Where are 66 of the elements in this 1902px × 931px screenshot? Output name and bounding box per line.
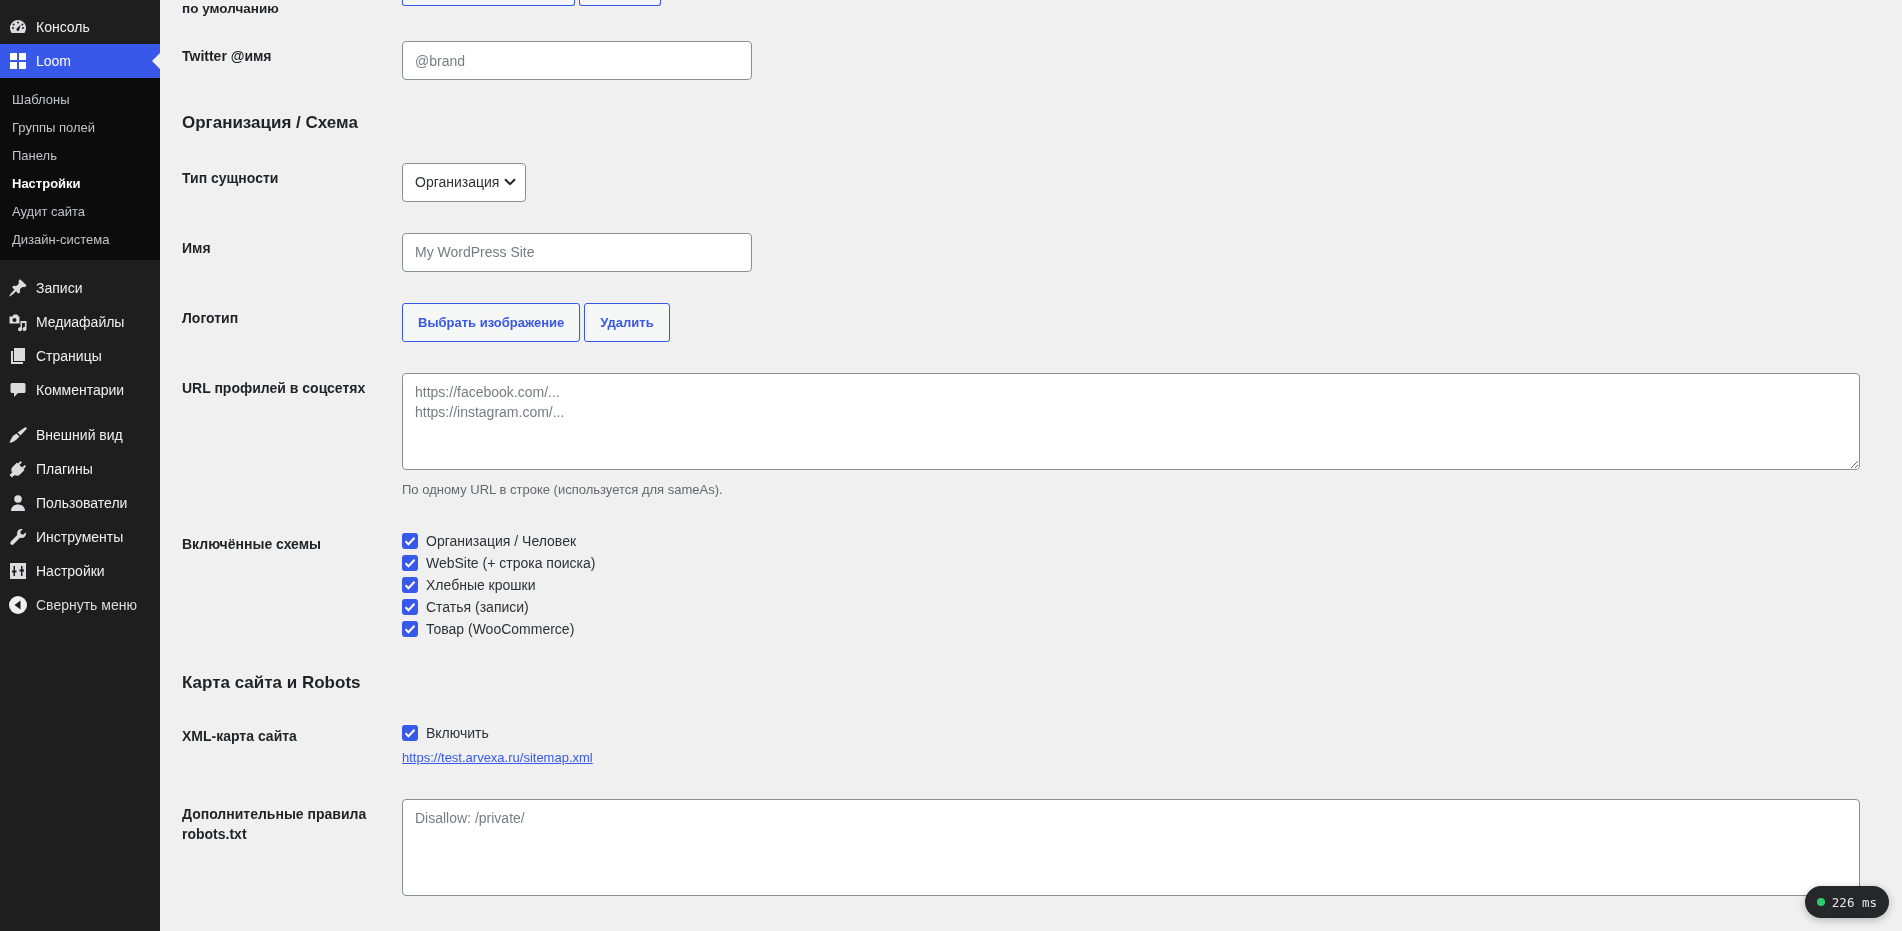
submenu-item[interactable]: Аудит сайта (0, 197, 160, 225)
sidebar-menu-item[interactable]: Настройки (0, 554, 160, 588)
cut-off-button[interactable] (579, 0, 661, 6)
field-label: Имя (182, 238, 212, 258)
submenu-item[interactable]: Дизайн-система (0, 225, 160, 253)
sidebar-menu-item[interactable]: Медиафайлы (0, 305, 160, 339)
checkbox[interactable] (402, 725, 418, 741)
sidebar-menu-item[interactable]: Пользователи (0, 486, 160, 520)
checkbox[interactable] (402, 532, 418, 549)
checkbox-label: WebSite (+ строка поиска) (426, 553, 596, 573)
sidebar-menu-item[interactable]: Консоль (0, 10, 160, 44)
dropdown-select[interactable]: Организация (402, 162, 527, 202)
text-area[interactable]: https://facebook.com/... https://instagram.com/... (402, 372, 1860, 470)
field-label: XML-карта сайта (182, 727, 298, 746)
checkbox-label: Товар (WooCommerce) (426, 619, 575, 639)
submenu-item[interactable]: Панель (0, 141, 160, 169)
field-label: Логотип (182, 308, 240, 328)
section-heading: Карта сайта и Robots (182, 671, 361, 694)
text-area[interactable]: Disallow: /private/ (402, 799, 1860, 896)
paintbrush-icon (8, 425, 28, 445)
pages-icon (8, 346, 28, 366)
checkbox-label: Хлебные крошки (426, 575, 536, 595)
checkbox[interactable] (402, 598, 418, 615)
text-input[interactable]: @brand (402, 41, 752, 80)
field-label: URL профилей в соцсетях (182, 378, 367, 398)
collapse-menu-button[interactable]: Свернуть меню (0, 588, 160, 622)
submenu-item[interactable]: Шаблоны (0, 85, 160, 113)
menu-pointer-icon (152, 53, 160, 69)
field-label: Тип сущности (182, 168, 280, 188)
field-label: Дополнительные правила robots.txt (182, 805, 368, 844)
grid-icon (8, 51, 28, 71)
sitemap-link[interactable]: https://test.arvexa.ru/sitemap.xml (402, 748, 593, 768)
sidebar-menu-item[interactable]: Записи (0, 271, 160, 305)
sidebar-menu-item[interactable]: Внешний вид (0, 418, 160, 452)
remove-button[interactable]: Удалить (584, 302, 670, 342)
checkbox-label: Статья (записи) (426, 597, 529, 617)
sidebar-menu-item[interactable]: Инструменты (0, 520, 160, 554)
pushpin-icon (8, 278, 28, 298)
text-input[interactable]: My WordPress Site (402, 232, 752, 272)
sidebar-menu-item[interactable]: Страницы (0, 339, 160, 373)
submenu-item[interactable]: Настройки (0, 169, 160, 197)
checkbox-label: Организация / Человек (426, 531, 577, 551)
cut-off-button[interactable] (402, 0, 575, 6)
plug-icon (8, 459, 28, 479)
checkbox[interactable] (402, 620, 418, 637)
checkbox-label: Включить (426, 724, 489, 743)
submenu-item[interactable]: Группы полей (0, 113, 160, 141)
help-text: По одному URL в строке (используется для sameAs). (402, 480, 723, 499)
choose-image-button[interactable]: Выбрать изображение (402, 302, 581, 342)
status-dot-icon (1816, 898, 1825, 906)
field-label: Включённые схемы (182, 534, 322, 554)
sidebar-menu-item[interactable]: Комментарии (0, 373, 160, 407)
speech-bubble-icon (8, 380, 28, 400)
chevron-down-icon (504, 178, 517, 186)
field-label: по умолчанию (182, 0, 280, 18)
sidebar-menu-item[interactable]: Loom (0, 44, 160, 78)
sliders-icon (8, 561, 28, 581)
sidebar-menu-item[interactable]: Плагины (0, 452, 160, 486)
checkbox[interactable] (402, 576, 418, 593)
user-icon (8, 493, 28, 513)
field-label: Twitter @имя (182, 47, 273, 66)
checkbox[interactable] (402, 554, 418, 571)
wrench-icon (8, 527, 28, 547)
section-heading: Организация / Схема (182, 112, 358, 134)
camera-note-icon (8, 312, 28, 332)
timing-text: 226 ms (1831, 894, 1877, 910)
